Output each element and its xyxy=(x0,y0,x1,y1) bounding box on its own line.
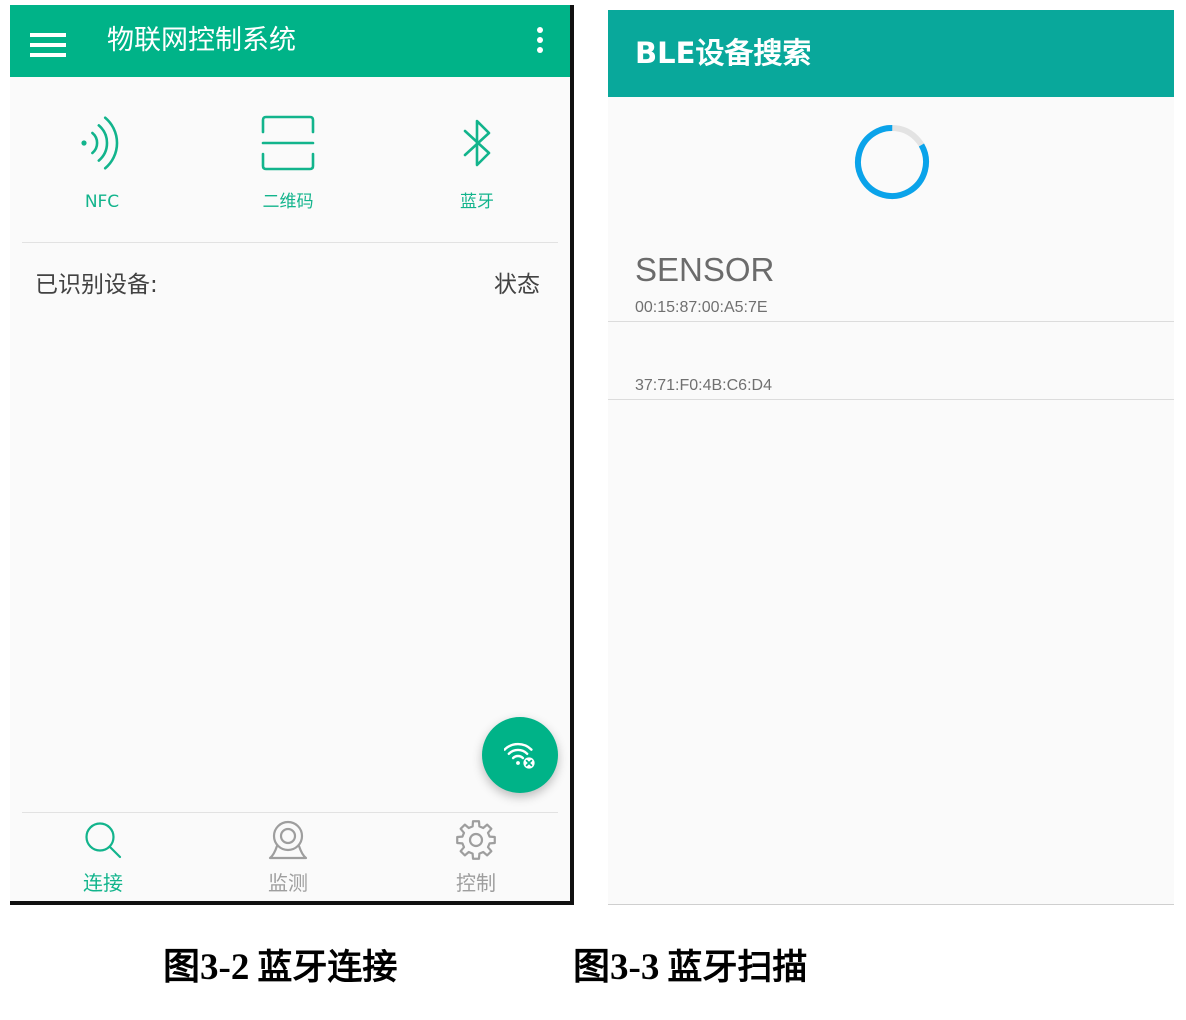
nav-control-icon-wrapper xyxy=(416,819,536,861)
nav-monitor-icon-wrapper xyxy=(228,819,348,861)
figure-number: 图3-2 xyxy=(163,947,250,988)
bluetooth-button[interactable]: 蓝牙 xyxy=(417,113,537,213)
gear-icon xyxy=(456,820,496,860)
nav-connect[interactable]: 连接 xyxy=(43,819,163,895)
search-icon xyxy=(85,822,122,859)
bluetooth-label: 蓝牙 xyxy=(460,192,494,212)
device-name: SENSOR xyxy=(635,251,775,288)
nav-control[interactable]: 控制 xyxy=(416,819,536,895)
more-vertical-icon[interactable] xyxy=(536,26,544,54)
bluetooth-icon-wrapper xyxy=(417,113,537,173)
qr-code-button[interactable]: 二维码 xyxy=(228,113,348,213)
status-header: 状态 xyxy=(494,272,540,298)
app-bar: 物联网控制系统 xyxy=(10,5,570,77)
nav-connect-label: 连接 xyxy=(83,871,123,895)
ble-device-list: SENSOR 00:15:87:00:A5:7E 37:71:F0:4B:C6:… xyxy=(608,244,1174,400)
qr-code-icon-wrapper xyxy=(228,113,348,173)
nav-control-label: 控制 xyxy=(456,871,496,895)
figure-title: 蓝牙扫描 xyxy=(667,948,808,987)
qr-code-label: 二维码 xyxy=(262,192,314,212)
divider xyxy=(22,812,558,813)
app-title: 物联网控制系统 xyxy=(107,25,296,56)
divider xyxy=(22,242,558,243)
app-title: BLE设备搜索 xyxy=(635,36,812,70)
device-mac-address: 00:15:87:00:A5:7E xyxy=(635,299,768,316)
figure-caption: 图3-3 蓝牙扫描 xyxy=(573,944,807,992)
wifi-off-icon xyxy=(504,742,535,769)
nav-monitor-label: 监测 xyxy=(268,871,308,895)
right-phone-screen: BLE设备搜索 SENSOR 00:15:87:00:A5:7E 37:71:F… xyxy=(608,10,1174,905)
device-list-item[interactable]: SENSOR 00:15:87:00:A5:7E xyxy=(608,244,1174,322)
device-mac-address: 37:71:F0:4B:C6:D4 xyxy=(635,377,772,394)
device-name xyxy=(635,329,1174,367)
nfc-button[interactable]: NFC xyxy=(42,113,162,213)
app-bar: BLE设备搜索 xyxy=(608,10,1174,97)
webcam-icon xyxy=(268,820,308,860)
figure-title: 蓝牙连接 xyxy=(257,948,398,987)
figure-number: 图3-3 xyxy=(573,947,660,988)
wifi-off-fab-button[interactable] xyxy=(482,717,558,793)
nfc-icon-wrapper xyxy=(42,113,162,173)
recognized-devices-header: 已识别设备: xyxy=(35,272,158,298)
bluetooth-icon xyxy=(463,119,491,167)
left-phone-screen: 物联网控制系统 NFC 二维码 蓝牙 已识别设备: 状态 连接 监测 控制 xyxy=(10,5,574,905)
hamburger-menu-icon[interactable] xyxy=(30,33,66,57)
figure-caption: 图3-2 蓝牙连接 xyxy=(163,944,397,992)
device-list-item[interactable]: 37:71:F0:4B:C6:D4 xyxy=(608,322,1174,400)
nav-monitor[interactable]: 监测 xyxy=(228,819,348,895)
nav-connect-icon-wrapper xyxy=(43,819,163,861)
qr-code-scan-icon xyxy=(261,115,315,171)
loading-spinner-icon xyxy=(855,125,929,199)
nfc-label: NFC xyxy=(84,192,120,212)
nfc-icon xyxy=(81,116,119,170)
